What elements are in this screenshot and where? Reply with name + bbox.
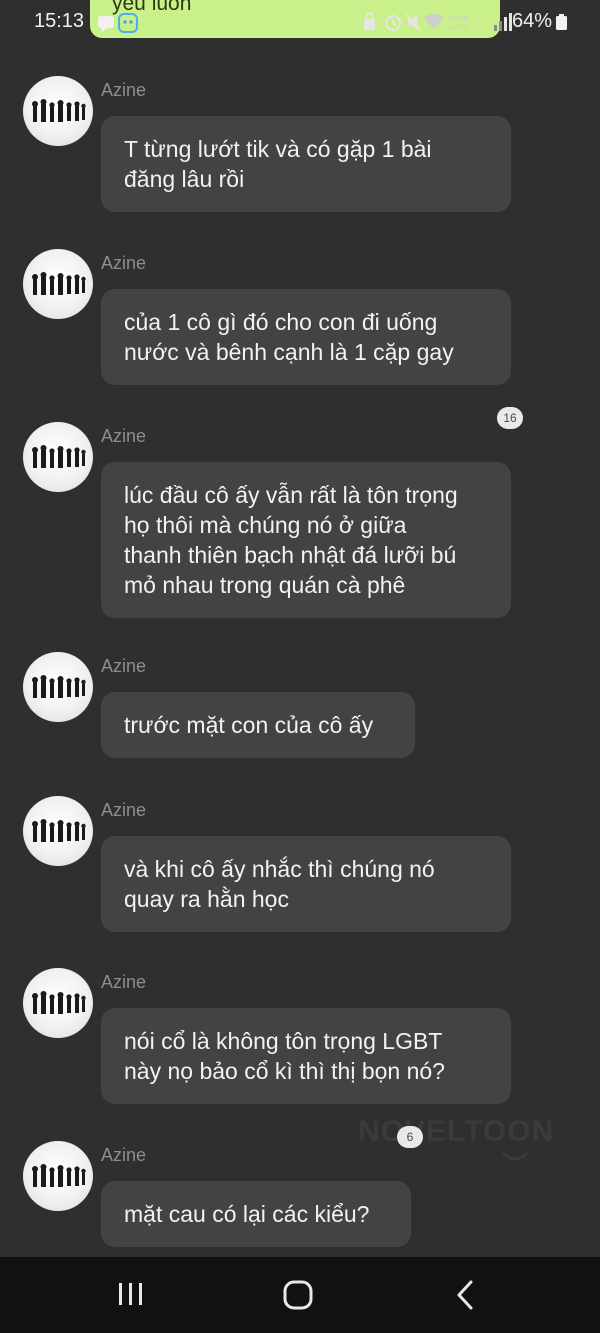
avatar[interactable] bbox=[23, 422, 93, 492]
avatar[interactable] bbox=[23, 76, 93, 146]
home-icon[interactable] bbox=[278, 1277, 318, 1313]
sender-name: Azine bbox=[101, 972, 147, 992]
message-bubble[interactable]: mặt cau có lại các kiểu? bbox=[101, 1181, 411, 1247]
wifi-icon bbox=[424, 13, 444, 29]
comment-count-badge[interactable]: 16 bbox=[497, 407, 523, 429]
comment-count-badge[interactable]: 6 bbox=[397, 1126, 423, 1148]
message-text-line: mặt cau có lại các kiểu? bbox=[124, 1201, 370, 1227]
message-bubble[interactable]: và khi cô ấy nhắc thì chúng nó quay ra hằ… bbox=[101, 836, 511, 932]
app-notification-icon bbox=[118, 13, 138, 33]
system-icons: VoLTE +LTE2 bbox=[362, 11, 512, 33]
mute-icon bbox=[406, 13, 421, 31]
watermark: NOVELTOON bbox=[358, 1115, 555, 1148]
back-icon[interactable] bbox=[446, 1277, 486, 1313]
battery-percent: 64% bbox=[512, 10, 553, 32]
lock-icon bbox=[364, 12, 375, 30]
battery-icon bbox=[556, 14, 567, 30]
message-bubble[interactable]: T từng lướt tik và có gặp 1 bài đăng lâu … bbox=[101, 116, 511, 212]
alarm-icon bbox=[385, 15, 401, 31]
avatar[interactable] bbox=[23, 1141, 93, 1211]
sender-name: Azine bbox=[101, 800, 147, 820]
sender-name: Azine bbox=[101, 253, 147, 273]
status-bar: 15:13 yêu luôn VoLTE +LTE2 64% bbox=[0, 0, 600, 44]
sender-name: Azine bbox=[101, 1145, 147, 1165]
message-text-line: nước và bênh cạnh là 1 cặp gay bbox=[124, 339, 454, 365]
message-bubble[interactable]: lúc đầu cô ấy vẫn rất là tôn trọng họ thô… bbox=[101, 462, 511, 618]
notification-icons bbox=[97, 12, 143, 33]
message-bubble[interactable]: trước mặt con của cô ấy bbox=[101, 692, 415, 758]
lte-icon: VoLTE +LTE2 bbox=[448, 16, 469, 32]
message-bubble[interactable]: nói cổ là không tôn trọng LGBT này nọ bảo… bbox=[101, 1008, 511, 1104]
signal-icon bbox=[494, 13, 512, 31]
message-text-line: lúc đầu cô ấy vẫn rất là tôn trọng bbox=[124, 482, 458, 508]
message-text-line: của 1 cô gì đó cho con đi uống bbox=[124, 309, 438, 335]
message-text-line: này nọ bảo cổ kì thì thị bọn nó? bbox=[124, 1058, 445, 1084]
sender-name: Azine bbox=[101, 426, 147, 446]
svg-text:VoLTE: VoLTE bbox=[448, 16, 469, 23]
message-text-line: họ thôi mà chúng nó ở giữa bbox=[124, 512, 407, 538]
watermark-smile-icon bbox=[500, 1150, 530, 1169]
message-bubble[interactable]: của 1 cô gì đó cho con đi uống nước và bê… bbox=[101, 289, 511, 385]
message-text-line: trước mặt con của cô ấy bbox=[124, 712, 374, 738]
sender-name: Azine bbox=[101, 80, 147, 100]
recents-icon[interactable] bbox=[110, 1277, 150, 1313]
message-text-line: T từng lướt tik và có gặp 1 bài bbox=[124, 136, 432, 162]
message-text-line: thanh thiên bạch nhật đá lưỡi bú bbox=[124, 542, 457, 568]
avatar[interactable] bbox=[23, 796, 93, 866]
chat-thread[interactable]: Azine T từng lướt tik và có gặp 1 bài đăng… bbox=[0, 44, 600, 1257]
avatar[interactable] bbox=[23, 968, 93, 1038]
avatar[interactable] bbox=[23, 652, 93, 722]
avatar[interactable] bbox=[23, 249, 93, 319]
message-text-line: quay ra hằn học bbox=[124, 886, 289, 912]
status-time: 15:13 bbox=[34, 10, 85, 32]
message-text-line: nói cổ là không tôn trọng LGBT bbox=[124, 1028, 443, 1054]
message-text-line: mỏ nhau trong quán cà phê bbox=[124, 572, 406, 598]
sender-name: Azine bbox=[101, 656, 147, 676]
message-text-line: và khi cô ấy nhắc thì chúng nó bbox=[124, 856, 435, 882]
message-text-line: đăng lâu rồi bbox=[124, 166, 245, 192]
message-icon bbox=[98, 16, 114, 33]
svg-text:+LTE2: +LTE2 bbox=[448, 25, 468, 32]
navigation-bar bbox=[0, 1257, 600, 1333]
